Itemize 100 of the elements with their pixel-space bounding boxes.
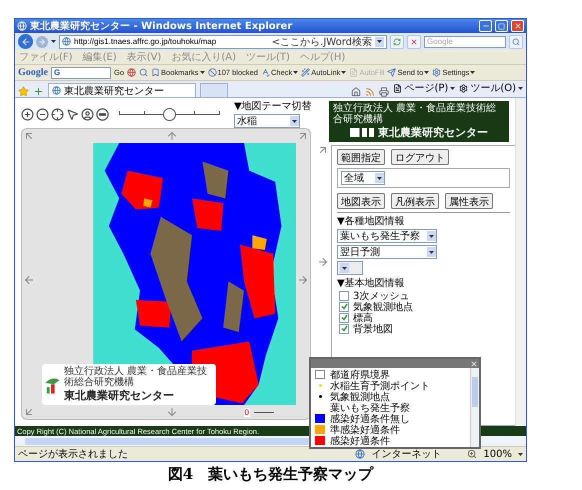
leader-line [254, 412, 274, 413]
gear-icon [459, 84, 468, 92]
right-arrow-icon [38, 38, 46, 46]
search-button[interactable] [509, 34, 523, 48]
maximize-button[interactable] [495, 20, 508, 32]
legend-label: 葉いもち発生予察 [330, 402, 410, 414]
scale-label: 0 [244, 408, 250, 417]
globe-icon [52, 86, 61, 95]
forward-button[interactable] [36, 36, 48, 48]
caret-icon [51, 40, 56, 43]
home-icon[interactable] [351, 87, 362, 97]
slider-thumb[interactable] [163, 108, 176, 120]
feed-icon[interactable] [365, 87, 376, 97]
legend-label: 準感染好適条件 [330, 424, 400, 436]
legend-label: 気象観測地点 [330, 390, 390, 402]
command-menu[interactable]: ツール(O) [459, 81, 523, 95]
pan-arrow-icon[interactable] [23, 406, 35, 418]
legend-scrollbar[interactable] [470, 368, 479, 447]
layer-select[interactable]: 翌日予測 [337, 245, 437, 259]
close-button[interactable] [511, 20, 524, 32]
browser-tab[interactable]: 東北農業研究センター [48, 83, 196, 97]
caret-icon [342, 266, 347, 270]
legend-label: 感染好適条件無し [330, 412, 410, 424]
pan-arrow-icon[interactable] [297, 130, 309, 142]
browser-icon [17, 21, 27, 31]
zoom-in-icon[interactable] [21, 108, 34, 120]
user-circle-icon[interactable] [81, 108, 94, 120]
command-menu[interactable]: ページ(P) [393, 81, 456, 95]
maximize-icon [498, 22, 505, 30]
legend-label: 水稲生育予測ポイント [330, 380, 430, 392]
checkbox[interactable] [339, 290, 349, 300]
pan-arrow-icon[interactable] [317, 144, 329, 156]
panel-button[interactable]: 範囲指定 [337, 149, 385, 165]
caret-icon [341, 71, 346, 74]
search-field[interactable]: Google [424, 36, 506, 48]
center-name: 東北農業研究センター [64, 388, 175, 403]
caret-icon [429, 234, 434, 238]
globe-icon[interactable] [127, 68, 136, 77]
checkbox[interactable] [339, 312, 349, 322]
close-icon[interactable] [470, 360, 478, 368]
zone-text: インターネット [371, 448, 442, 461]
bar-circle-icon[interactable] [96, 108, 109, 120]
add-favorite-icon[interactable] [33, 86, 44, 97]
legend-label: 都道府県境界 [330, 368, 390, 380]
google-logo: Google [18, 67, 48, 78]
refresh-button[interactable] [390, 34, 404, 48]
favorites-star-icon[interactable] [18, 86, 29, 97]
caret-icon [518, 452, 523, 456]
search-provider-text: <ここから.JWord検索 [272, 36, 372, 48]
area-select[interactable]: 全域 [341, 171, 385, 185]
left-arrow-icon [20, 36, 30, 46]
refresh-icon [393, 38, 401, 46]
zoom-level[interactable]: 100% [483, 448, 512, 460]
toolbar-icon [349, 68, 358, 77]
caret-icon [292, 120, 297, 122]
checkbox[interactable] [339, 324, 349, 334]
checkbox-label: 3次メッシュ [353, 290, 410, 302]
crosshair-icon[interactable] [51, 108, 64, 120]
stop-button[interactable] [407, 34, 421, 48]
panel-button[interactable]: 属性表示 [445, 193, 493, 209]
back-button[interactable] [18, 34, 33, 49]
panel-button[interactable]: 凡例表示 [391, 193, 439, 209]
caret-icon [200, 71, 205, 74]
stop-icon [410, 38, 418, 46]
checkbox-label: 背景地図 [353, 322, 393, 336]
left-arrow-icon[interactable] [23, 274, 35, 286]
caret-icon [429, 250, 434, 254]
down-arrow-icon[interactable] [166, 406, 178, 418]
zoom-out-icon[interactable] [36, 108, 49, 120]
search-icon[interactable] [139, 68, 148, 77]
legend-label: 感染好適条件 [330, 434, 390, 448]
panel-button[interactable]: 地図表示 [337, 193, 385, 209]
print-icon[interactable] [379, 87, 390, 97]
up-arrow-icon[interactable] [166, 130, 178, 142]
minimize-button[interactable] [479, 20, 492, 32]
close-icon [514, 22, 522, 30]
window-title: 東北農業研究センター - Windows Internet Explorer [30, 20, 294, 33]
panel-button[interactable]: ログアウト [391, 149, 449, 165]
zoom-icon[interactable] [467, 449, 478, 459]
vertical-scrollbar[interactable] [515, 98, 526, 426]
globe-icon [355, 449, 366, 459]
caret-icon [377, 40, 382, 43]
toolbar-icon [208, 68, 217, 77]
toolbar-icon [260, 68, 270, 77]
google-search-field[interactable]: G [51, 66, 111, 78]
caret-icon [450, 86, 456, 90]
caret-icon [470, 71, 476, 74]
caret-icon [424, 71, 430, 74]
caret-icon [293, 71, 298, 74]
figure-caption: 図4 葉いもち発生予察マップ [168, 465, 374, 484]
pointer-icon[interactable] [66, 108, 79, 120]
toolbar-icon [387, 68, 396, 77]
layer-select[interactable]: 葉いもち発生予察 [337, 229, 437, 243]
toolbar-icon [301, 68, 310, 77]
right-arrow-icon[interactable] [297, 274, 309, 286]
pan-arrow-icon[interactable] [23, 130, 35, 142]
checkbox[interactable] [339, 302, 349, 312]
right-arrow-icon[interactable] [317, 256, 329, 268]
address-field[interactable]: http://gis1.tnaes.affrc.go.jp/touhoku/map <ここから.JWord検索 [59, 34, 387, 48]
theme-select[interactable]: 水稲 [234, 114, 300, 128]
